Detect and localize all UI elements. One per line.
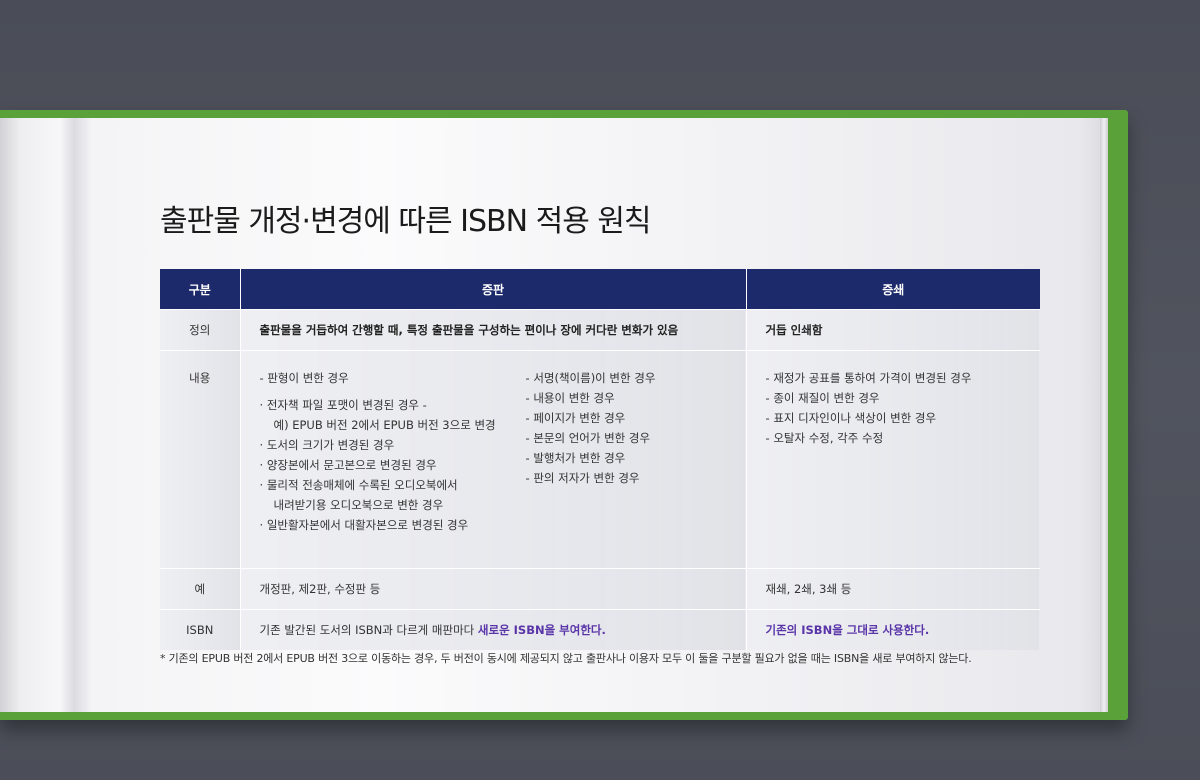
printing-list: 재정가 공표를 통하여 가격이 변경된 경우 종이 재질이 변한 경우 표지 디… <box>766 368 1041 448</box>
content-edition: 판형이 변한 경우 전자책 파일 포맷이 변경된 경우 - 예) EPUB 버전… <box>239 350 746 569</box>
example-row: 예 개정판, 제2판, 수정판 등 재쇄, 2쇄, 3쇄 등 <box>160 568 1040 610</box>
isbn-printing-highlight: 기존의 ISBN을 그대로 사용한다. <box>765 623 930 637</box>
content-row: 내용 판형이 변한 경우 전자책 파일 포맷이 변경된 경우 - 예) EPUB… <box>160 350 1041 569</box>
header-category: 구분 <box>160 269 240 310</box>
list-item: 도서의 크기가 변경된 경우 <box>260 435 526 455</box>
list-item: 오탈자 수정, 각주 수정 <box>766 428 1041 448</box>
row-label-example: 예 <box>160 568 240 610</box>
list-item: 물리적 전송매체에 수록된 오디오북에서 <box>260 475 526 495</box>
list-item: 판의 저자가 변한 경우 <box>526 468 746 488</box>
table-header-row: 구분 증판 증쇄 <box>160 269 1040 310</box>
isbn-edition-highlight: 새로운 ISBN을 부여한다. <box>477 623 606 637</box>
list-item: 서명(책이름)이 변한 경우 <box>526 368 746 388</box>
list-item: 일반활자본에서 대활자본으로 변경된 경우 <box>260 515 526 535</box>
page-edge <box>1100 118 1108 712</box>
list-item: 발행처가 변한 경우 <box>526 448 746 468</box>
example-printing: 재쇄, 2쇄, 3쇄 등 <box>745 568 1040 610</box>
isbn-edition: 기존 발간된 도서의 ISBN과 다르게 매판마다 새로운 ISBN을 부여한다… <box>239 609 746 650</box>
list-item: 판형이 변한 경우 <box>260 368 526 388</box>
list-item: 전자책 파일 포맷이 변경된 경우 - <box>260 395 526 415</box>
row-label-content: 내용 <box>160 350 240 569</box>
list-item: 양장본에서 문고본으로 변경된 경우 <box>260 455 526 475</box>
list-item: 종이 재질이 변한 경우 <box>766 388 1041 408</box>
example-edition: 개정판, 제2판, 수정판 등 <box>239 568 746 610</box>
isbn-rules-table: 구분 증판 증쇄 정의 출판물을 거듭하여 간행할 때, 특정 출판물을 구성하… <box>160 269 1040 650</box>
list-item: 예) EPUB 버전 2에서 EPUB 버전 3으로 변경 <box>273 418 496 432</box>
row-label-definition: 정의 <box>160 309 240 351</box>
list-item: 본문의 언어가 변한 경우 <box>526 428 746 448</box>
isbn-printing: 기존의 ISBN을 그대로 사용한다. <box>745 609 1040 650</box>
header-edition: 증판 <box>239 269 746 310</box>
list-item: 표지 디자인이나 색상이 변한 경우 <box>766 408 1041 428</box>
content-printing: 재정가 공표를 통하여 가격이 변경된 경우 종이 재질이 변한 경우 표지 디… <box>745 350 1041 569</box>
list-item: 페이지가 변한 경우 <box>526 408 746 428</box>
isbn-row: ISBN 기존 발간된 도서의 ISBN과 다르게 매판마다 새로운 ISBN을… <box>160 609 1040 650</box>
page-title: 출판물 개정·변경에 따른 ISBN 적용 원칙 <box>160 204 652 239</box>
list-item: 재정가 공표를 통하여 가격이 변경된 경우 <box>766 368 1041 388</box>
edition-list-secondary: 서명(책이름)이 변한 경우 내용이 변한 경우 페이지가 변한 경우 본문의 … <box>526 368 746 535</box>
row-label-isbn: ISBN <box>160 609 240 650</box>
footnote: * 기존의 EPUB 버전 2에서 EPUB 버전 3으로 이동하는 경우, 두… <box>160 652 972 665</box>
isbn-edition-text: 기존 발간된 도서의 ISBN과 다르게 매판마다 <box>259 623 478 637</box>
definition-edition: 출판물을 거듭하여 간행할 때, 특정 출판물을 구성하는 편이나 장에 커다란… <box>239 309 746 351</box>
list-item: 내려받기용 오디오북으로 변한 경우 <box>273 498 444 512</box>
header-printing: 증쇄 <box>745 269 1040 310</box>
definition-printing: 거듭 인쇄함 <box>745 309 1040 351</box>
list-item: 내용이 변한 경우 <box>526 388 746 408</box>
edition-list-primary: 판형이 변한 경우 전자책 파일 포맷이 변경된 경우 - 예) EPUB 버전… <box>260 368 526 535</box>
definition-row: 정의 출판물을 거듭하여 간행할 때, 특정 출판물을 구성하는 편이나 장에 … <box>160 309 1040 351</box>
